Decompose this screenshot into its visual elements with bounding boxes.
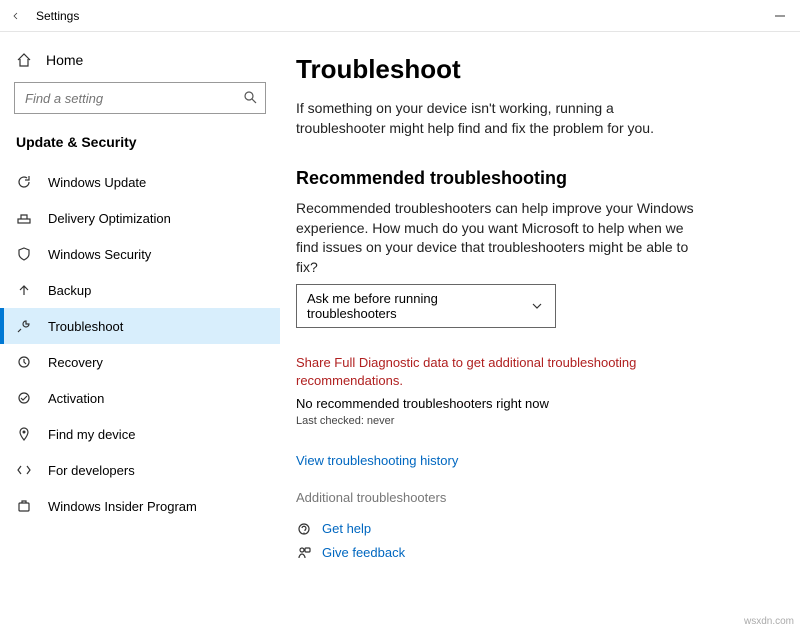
insider-icon [16,498,32,514]
last-checked: Last checked: never [296,415,772,427]
troubleshoot-icon [16,318,32,334]
history-link[interactable]: View troubleshooting history [296,453,772,468]
sidebar-item-backup[interactable]: Backup [0,272,280,308]
home-icon [16,52,32,68]
back-icon[interactable] [8,8,24,24]
chevron-down-icon [529,298,545,314]
give-feedback-label: Give feedback [322,545,405,560]
recommended-dropdown[interactable]: Ask me before running troubleshooters [296,284,556,328]
sidebar-item-for-developers[interactable]: For developers [0,452,280,488]
sidebar-item-label: Delivery Optimization [48,211,171,226]
delivery-icon [16,210,32,226]
search-box[interactable] [14,82,266,114]
sidebar-item-recovery[interactable]: Recovery [0,344,280,380]
recovery-icon [16,354,32,370]
sidebar-nav: Windows Update Delivery Optimization Win… [0,164,280,524]
sidebar-item-label: For developers [48,463,135,478]
sidebar-item-windows-insider[interactable]: Windows Insider Program [0,488,280,524]
sidebar-item-label: Backup [48,283,91,298]
minimize-icon[interactable] [772,8,788,24]
shield-icon [16,246,32,262]
feedback-icon [296,545,312,561]
sidebar-item-label: Find my device [48,427,135,442]
dropdown-value: Ask me before running troubleshooters [307,291,529,321]
developers-icon [16,462,32,478]
sidebar-home-label: Home [46,52,83,68]
sidebar-item-label: Troubleshoot [48,319,123,334]
recommended-desc: Recommended troubleshooters can help imp… [296,199,696,277]
help-icon [296,521,312,537]
sidebar: Home Update & Security Windows Update De… [0,32,280,629]
diagnostic-warning: Share Full Diagnostic data to get additi… [296,354,676,390]
window-controls [772,8,792,24]
page-title: Troubleshoot [296,54,772,85]
sidebar-item-label: Windows Security [48,247,151,262]
search-input[interactable] [14,82,266,114]
recommended-status: No recommended troubleshooters right now [296,396,772,411]
sidebar-item-label: Activation [48,391,104,406]
titlebar: Settings [0,0,800,32]
sidebar-section-title: Update & Security [0,128,280,158]
sidebar-item-activation[interactable]: Activation [0,380,280,416]
sidebar-item-label: Recovery [48,355,103,370]
backup-icon [16,282,32,298]
sync-icon [16,174,32,190]
get-help-link[interactable]: Get help [296,521,772,537]
give-feedback-link[interactable]: Give feedback [296,545,772,561]
content: Troubleshoot If something on your device… [280,32,800,629]
window-title: Settings [36,9,79,23]
recommended-heading: Recommended troubleshooting [296,168,772,189]
sidebar-item-label: Windows Insider Program [48,499,197,514]
sidebar-item-find-my-device[interactable]: Find my device [0,416,280,452]
additional-troubleshooters[interactable]: Additional troubleshooters [296,490,772,505]
location-icon [16,426,32,442]
activation-icon [16,390,32,406]
get-help-label: Get help [322,521,371,536]
sidebar-item-label: Windows Update [48,175,146,190]
page-intro: If something on your device isn't workin… [296,99,696,138]
sidebar-item-delivery-optimization[interactable]: Delivery Optimization [0,200,280,236]
watermark: wsxdn.com [744,616,794,627]
sidebar-item-troubleshoot[interactable]: Troubleshoot [0,308,280,344]
sidebar-item-windows-update[interactable]: Windows Update [0,164,280,200]
sidebar-home[interactable]: Home [0,44,280,76]
search-icon [242,89,258,105]
sidebar-item-windows-security[interactable]: Windows Security [0,236,280,272]
